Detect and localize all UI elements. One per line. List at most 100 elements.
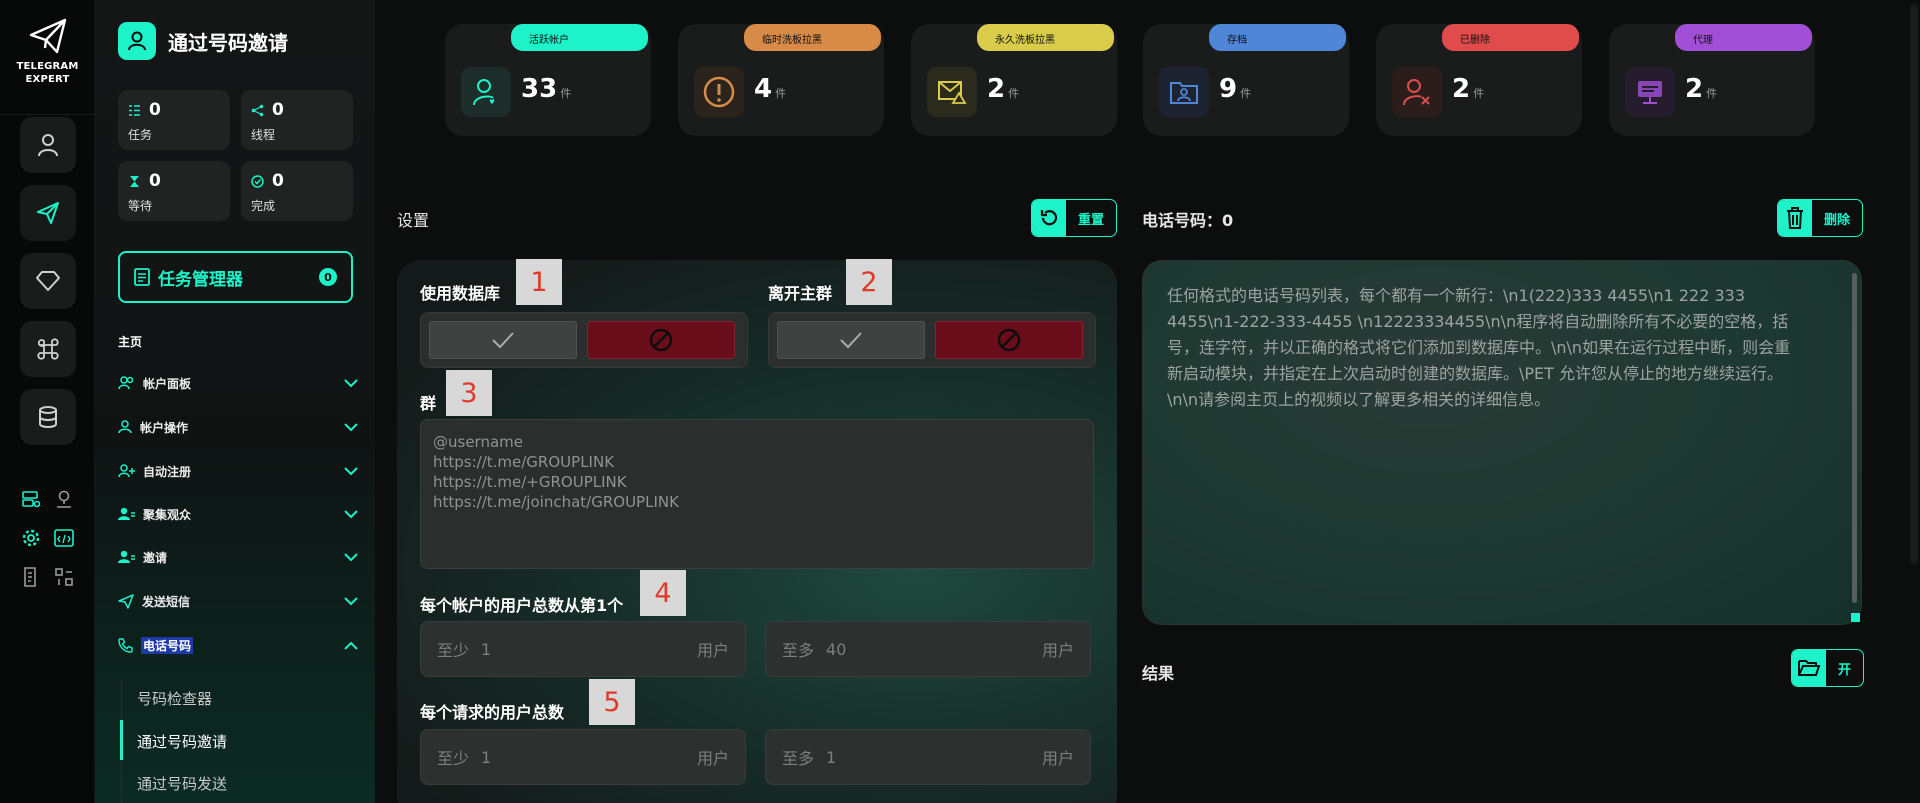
users-icon [118, 376, 134, 390]
rail-database-button[interactable] [20, 389, 76, 445]
hourglass-icon [130, 175, 139, 187]
sidebar-item-account-ops[interactable]: 帐户操作 [118, 414, 358, 440]
sidebar-item-account-panel[interactable]: 帐户面板 [118, 370, 358, 396]
per-account-min-input[interactable]: 至少 1 用户 [420, 621, 746, 677]
document-list-icon[interactable] [20, 566, 42, 588]
location-user-icon[interactable] [53, 488, 75, 510]
use-database-no-button[interactable] [587, 321, 735, 359]
input-value: 1 [481, 639, 492, 659]
status-card-proxy[interactable]: 代理 2件 [1609, 24, 1815, 136]
status-card-tab: 永久洗板拉黑 [977, 24, 1114, 51]
task-manager-button[interactable]: 任务管理器 0 [118, 251, 353, 303]
sidebar-header: 通过号码邀请 [118, 22, 288, 60]
page-scrollbar-thumb[interactable] [1910, 4, 1918, 564]
status-card-temp-ban[interactable]: 临时洗板拉黑 4件 [678, 24, 884, 136]
stat-waiting: 0 等待 [118, 161, 230, 221]
chevron-down-icon [344, 466, 358, 475]
sidebar-subitem-invite-by-number[interactable]: 通过号码邀请 [137, 731, 227, 752]
task-list-icon [129, 104, 140, 116]
leave-group-toggle [768, 312, 1096, 368]
page-scrollbar[interactable] [1908, 0, 1920, 803]
sidebar-item-auto-register[interactable]: 自动注册 [118, 458, 358, 484]
use-database-yes-button[interactable] [429, 321, 577, 359]
app-logo[interactable]: TELEGRAM EXPERT [0, 18, 95, 86]
sidebar-item-invite[interactable]: 邀请 [118, 544, 358, 570]
input-suffix: 用户 [1041, 749, 1074, 768]
user-icon [118, 420, 132, 434]
stat-value: 0 [149, 171, 161, 191]
phone-numbers-textarea[interactable]: 任何格式的电话号码列表，每个都有一个新行：\n1(222)333 4455\n1… [1142, 260, 1862, 625]
sidebar-subitem-number-checker[interactable]: 号码检查器 [137, 688, 212, 709]
sidebar-item-phone-numbers[interactable]: 电话号码 [118, 632, 358, 658]
stat-label: 任务 [128, 128, 153, 142]
phone-textarea-scrollbar[interactable] [1852, 273, 1857, 603]
annotation-tag-3: 3 [446, 370, 492, 416]
section-home-label: 主页 [118, 335, 143, 349]
status-card-active[interactable]: 活跃帐户 33 件 [445, 24, 651, 136]
mail-warning-icon [927, 67, 977, 117]
transfer-icon[interactable] [53, 566, 75, 588]
diamond-icon [36, 271, 60, 291]
input-value: 1 [826, 747, 837, 767]
input-prefix: 至多 [782, 749, 815, 768]
per-account-label: 每个帐户的用户总数从第1个 [420, 596, 624, 615]
sidebar-subitem-send-by-number[interactable]: 通过号码发送 [137, 773, 227, 794]
group-links-textarea[interactable]: @username https://t.me/GROUPLINK https:/… [420, 419, 1094, 569]
input-suffix: 用户 [696, 641, 729, 660]
task-manager-count: 0 [319, 268, 337, 286]
open-results-button[interactable]: 开 [1791, 649, 1865, 687]
check-circle-icon [251, 174, 264, 188]
ban-icon [997, 328, 1021, 352]
stat-value: 0 [272, 100, 284, 120]
sidebar-item-label: 帐户操作 [140, 420, 189, 435]
status-card-deleted[interactable]: 已删除 2件 [1376, 24, 1582, 136]
group-label: 群 [420, 394, 437, 413]
icon-rail: TELEGRAM EXPERT [0, 0, 95, 803]
rail-premium-button[interactable] [20, 253, 76, 309]
paper-plane-icon [37, 202, 59, 224]
rail-send-button[interactable] [20, 185, 76, 241]
leave-group-no-button[interactable] [935, 321, 1083, 359]
leave-group-yes-button[interactable] [777, 321, 925, 359]
resize-handle[interactable] [1851, 613, 1860, 622]
submenu-active-indicator [120, 720, 123, 760]
reset-button[interactable]: 重置 [1031, 199, 1118, 237]
sidebar-item-label: 发送短信 [142, 594, 191, 609]
input-prefix: 至少 [437, 641, 470, 660]
user-remove-icon [1392, 67, 1442, 117]
status-card-perm-ban[interactable]: 永久洗板拉黑 2件 [911, 24, 1117, 136]
sidebar-item-send-sms[interactable]: 发送短信 [118, 588, 358, 614]
users-filled-icon [118, 507, 135, 520]
stat-tasks: 0 任务 [118, 90, 230, 150]
per-account-max-input[interactable]: 至多 40 用户 [765, 621, 1091, 677]
user-icon [38, 134, 58, 157]
phone-numbers-heading: 电话号码：0 [1142, 211, 1234, 230]
status-card-tab: 代理 [1675, 24, 1812, 51]
server-settings-icon[interactable] [20, 488, 42, 510]
status-card-tab: 存档 [1209, 24, 1346, 51]
result-heading: 结果 [1142, 664, 1175, 683]
status-card-count: 2件 [1452, 74, 1485, 104]
sidebar-item-label: 电话号码 [141, 636, 194, 654]
open-label: 开 [1838, 662, 1852, 678]
users-filled-icon [118, 550, 135, 563]
per-request-label: 每个请求的用户总数 [420, 703, 565, 722]
status-card-archive[interactable]: 存档 9件 [1143, 24, 1349, 136]
per-request-min-input[interactable]: 至少 1 用户 [420, 729, 746, 785]
rail-profile-button[interactable] [20, 117, 76, 173]
per-request-max-input[interactable]: 至多 1 用户 [765, 729, 1091, 785]
input-value: 40 [826, 639, 847, 659]
chevron-down-icon [344, 596, 358, 605]
annotation-tag-1: 1 [516, 259, 562, 305]
chevron-down-icon [344, 552, 358, 561]
gear-icon[interactable] [20, 527, 42, 549]
delete-button[interactable]: 删除 [1777, 199, 1864, 237]
input-value: 1 [481, 747, 492, 767]
ban-icon [649, 328, 673, 352]
stat-value: 0 [149, 100, 161, 120]
code-window-icon[interactable] [53, 527, 75, 549]
status-card-tab: 已删除 [1442, 24, 1579, 51]
proxy-server-icon [1625, 67, 1675, 117]
sidebar-item-gather-audience[interactable]: 聚集观众 [118, 501, 358, 527]
rail-command-button[interactable] [20, 321, 76, 377]
